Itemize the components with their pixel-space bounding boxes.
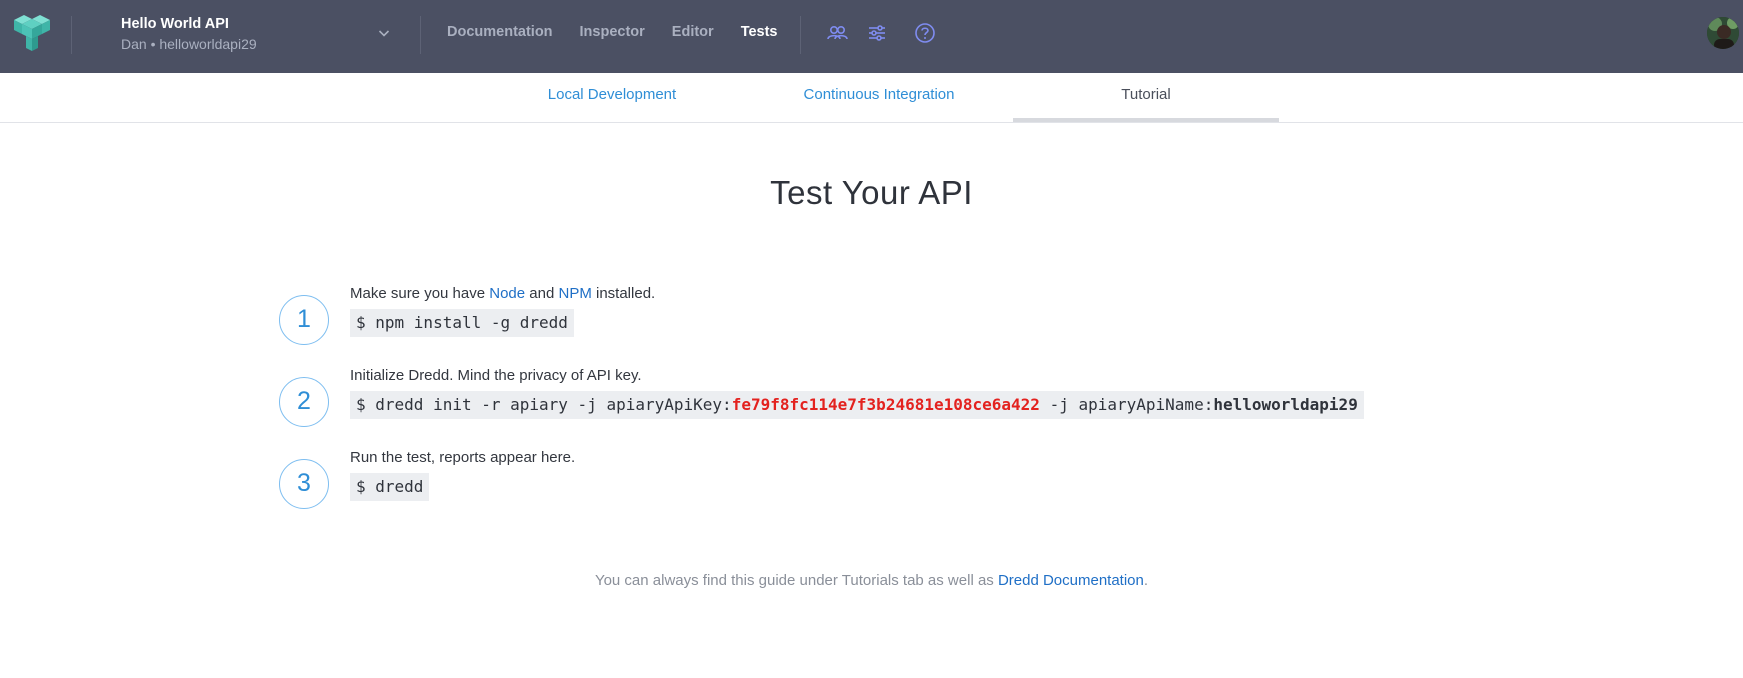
divider <box>71 16 72 54</box>
npm-link[interactable]: NPM <box>558 285 591 302</box>
api-key[interactable]: fe79f8fc114e7f3b24681e108ce6a422 <box>732 395 1040 414</box>
step-instruction: Run the test, reports appear here. <box>350 449 576 466</box>
api-title[interactable]: Hello World API <box>121 16 229 32</box>
team-icon[interactable] <box>826 22 848 44</box>
step-instruction: Make sure you have Node and NPM installe… <box>350 285 655 302</box>
footer-note: You can always find this guide under Tut… <box>0 572 1743 589</box>
node-link[interactable]: Node <box>489 285 525 302</box>
main-nav: Documentation Inspector Editor Tests <box>447 24 805 40</box>
step-text-part: and <box>525 285 559 302</box>
nav-inspector[interactable]: Inspector <box>580 24 645 40</box>
tab-continuous-integration[interactable]: Continuous Integration <box>746 73 1012 122</box>
nav-documentation[interactable]: Documentation <box>447 24 553 40</box>
tab-local-development[interactable]: Local Development <box>479 73 745 122</box>
nav-editor[interactable]: Editor <box>672 24 714 40</box>
step-text-part: installed. <box>591 285 656 302</box>
code-snippet[interactable]: $ npm install -g dredd <box>350 309 574 337</box>
top-bar: Hello World API Dan • helloworldapi29 Do… <box>0 0 1743 73</box>
dredd-documentation-link[interactable]: Dredd Documentation <box>998 572 1144 589</box>
code-snippet[interactable]: $ dredd init -r apiary -j apiaryApiKey:f… <box>350 391 1364 419</box>
divider <box>420 16 421 54</box>
settings-sliders-icon[interactable] <box>866 22 888 44</box>
code-snippet[interactable]: $ dredd <box>350 473 430 501</box>
code-middle: -j apiaryApiName: <box>1039 395 1214 414</box>
footer-text: You can always find this guide under Tut… <box>594 572 998 589</box>
tab-tutorial[interactable]: Tutorial <box>1013 73 1279 122</box>
step-text-part: Make sure you have <box>350 285 490 302</box>
step-instruction: Initialize Dredd. Mind the privacy of AP… <box>350 367 642 384</box>
divider <box>800 16 801 54</box>
api-subtitle: Dan • helloworldapi29 <box>121 36 257 52</box>
chevron-down-icon[interactable] <box>378 27 390 39</box>
footer-end: . <box>1143 572 1149 589</box>
apiary-logo-icon[interactable] <box>12 14 52 52</box>
step-3: 3 Run the test, reports appear here. $ d… <box>279 449 1379 519</box>
step-number: 3 <box>279 459 329 509</box>
user-photo-icon <box>1707 17 1739 49</box>
help-icon[interactable] <box>914 22 936 44</box>
code-prefix: $ dredd init -r apiary -j apiaryApiKey: <box>356 395 732 414</box>
step-2: 2 Initialize Dredd. Mind the privacy of … <box>279 367 1379 437</box>
page-title: Test Your API <box>770 174 973 211</box>
api-name: helloworldapi29 <box>1213 395 1358 414</box>
nav-tests[interactable]: Tests <box>741 24 778 40</box>
avatar[interactable] <box>1707 17 1739 49</box>
step-number: 1 <box>279 295 329 345</box>
sub-tabs: Local Development Continuous Integration… <box>0 73 1743 123</box>
step-1: 1 Make sure you have Node and NPM instal… <box>279 285 1379 355</box>
step-number: 2 <box>279 377 329 427</box>
